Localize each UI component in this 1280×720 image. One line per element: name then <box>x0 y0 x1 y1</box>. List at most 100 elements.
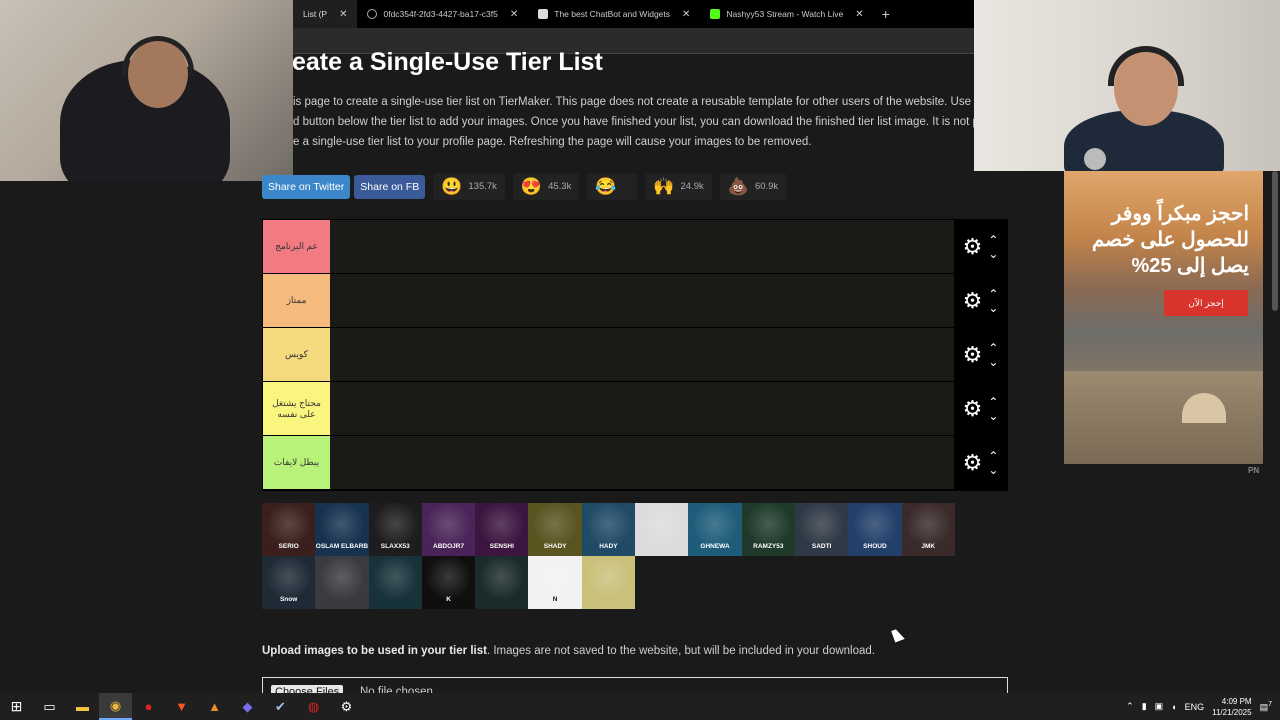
notification-icon[interactable]: ▤7 <box>1260 701 1272 713</box>
chatbot-icon <box>538 9 549 19</box>
reaction-poop[interactable]: 💩 60.9k <box>719 173 787 200</box>
reaction-heart-eyes[interactable]: 😍 45.3k <box>512 173 580 200</box>
pool-image[interactable] <box>635 503 689 556</box>
pool-image[interactable]: SLAXX53 <box>368 503 422 556</box>
app-a-icon[interactable]: ▲ <box>198 693 231 720</box>
settings-icon[interactable]: ⚙ <box>330 693 363 720</box>
tier-drop-zone[interactable] <box>330 382 954 435</box>
pool-image[interactable]: N <box>528 556 582 609</box>
tier-label[interactable]: ممتاز <box>263 274 330 327</box>
pool-image[interactable] <box>475 556 529 609</box>
chevron-up-icon[interactable]: ⌃ <box>988 234 998 246</box>
chevron-down-icon[interactable]: ⌄ <box>988 464 998 476</box>
upload-instructions: Upload images to be used in your tier li… <box>262 645 875 657</box>
browser-tab-strip: List (P ✕ 0fdc354f-2fd3-4427-ba17-c3f5 ✕… <box>293 0 974 28</box>
pool-image[interactable]: HADY <box>581 503 636 556</box>
tab-chatbot[interactable]: The best ChatBot and Widgets ✕ <box>528 0 700 28</box>
tier-move-arrows: ⌃ ⌄ <box>988 396 998 422</box>
windows-start-icon[interactable]: ⊞ <box>0 693 33 720</box>
tab-uuid[interactable]: 0fdc354f-2fd3-4427-ba17-c3f5 ✕ <box>357 0 528 28</box>
microphone <box>1084 148 1106 170</box>
webcam-left <box>0 0 293 181</box>
chevron-down-icon[interactable]: ⌄ <box>988 356 998 368</box>
tab-label: 0fdc354f-2fd3-4427-ba17-c3f5 <box>383 9 498 19</box>
clock-time: 4:09 PM <box>1221 696 1252 706</box>
tier-label[interactable]: محتاج يشتغل على نفسه <box>263 382 330 435</box>
pool-image[interactable]: GHNEWA <box>688 503 742 556</box>
tier-label[interactable]: يبطل لايفات <box>263 436 330 489</box>
pool-image[interactable] <box>368 556 422 609</box>
reaction-laugh[interactable]: 😂 <box>587 173 638 200</box>
chevron-down-icon[interactable]: ⌄ <box>988 302 998 314</box>
clock-date: 11/21/2025 <box>1212 707 1252 717</box>
record-icon[interactable]: ◍ <box>297 693 330 720</box>
chevron-up-icon[interactable]: ⌃ <box>1126 701 1134 712</box>
tier-drop-zone[interactable] <box>330 220 954 273</box>
gear-icon[interactable]: ⚙ <box>963 451 983 474</box>
pool-image[interactable]: SHADY <box>528 503 582 556</box>
raised-hands-emoji-icon: 🙌 <box>653 177 675 196</box>
chevron-up-icon[interactable]: ⌃ <box>988 396 998 408</box>
file-explorer-icon[interactable]: ▬ <box>66 693 99 720</box>
pool-image[interactable]: SENSHI <box>475 503 529 556</box>
input-language[interactable]: ENG <box>1185 702 1205 712</box>
task-view-icon[interactable]: ▭ <box>33 693 66 720</box>
obs-icon[interactable]: ● <box>132 693 165 720</box>
pool-image[interactable]: SERIO <box>262 503 316 556</box>
upload-note: . Images are not saved to the website, b… <box>486 645 875 657</box>
reaction-raised-hands[interactable]: 🙌 24.9k <box>645 173 712 200</box>
pool-image[interactable]: SHOUD <box>848 503 902 556</box>
close-icon[interactable]: ✕ <box>682 9 690 20</box>
advertisement[interactable]: احجز مبكراً ووفر للحصول على خصم يصل إلى … <box>1064 171 1263 464</box>
network-icon[interactable]: ▣ <box>1155 701 1164 712</box>
chevron-up-icon[interactable]: ⌃ <box>988 450 998 462</box>
tier-label[interactable]: عم البرنامج <box>263 220 330 273</box>
close-icon[interactable]: ✕ <box>339 9 347 20</box>
microphone-icon[interactable]: ▮ <box>1142 701 1147 712</box>
tier-move-arrows: ⌃ ⌄ <box>988 288 998 314</box>
tier-move-arrows: ⌃ ⌄ <box>988 342 998 368</box>
pool-image[interactable]: JMK <box>901 503 955 556</box>
reaction-smile[interactable]: 😃 135.7k <box>433 173 505 200</box>
tab-kick-stream[interactable]: Nashyy53 Stream - Watch Live ✕ <box>700 0 873 28</box>
tier-label[interactable]: كويس <box>263 328 330 381</box>
chevron-up-icon[interactable]: ⌃ <box>988 288 998 300</box>
chevron-down-icon[interactable]: ⌄ <box>988 248 998 260</box>
new-tab-button[interactable]: + <box>874 0 898 28</box>
clock[interactable]: 4:09 PM 11/21/2025 <box>1212 696 1251 718</box>
share-facebook-button[interactable]: Share on FB <box>354 174 426 199</box>
pool-image[interactable]: Snow <box>262 556 316 609</box>
gear-icon[interactable]: ⚙ <box>963 289 983 312</box>
scrollbar-thumb[interactable] <box>1272 171 1278 311</box>
pool-image[interactable]: OSLAM ELBARB <box>315 503 369 556</box>
gear-icon[interactable]: ⚙ <box>963 397 983 420</box>
ad-book-now-button[interactable]: إحجز الآن <box>1164 290 1248 316</box>
close-icon[interactable]: ✕ <box>510 9 518 20</box>
tab-tier-list[interactable]: List (P ✕ <box>293 0 358 28</box>
pool-image[interactable]: RAMZY53 <box>741 503 795 556</box>
chevron-down-icon[interactable]: ⌄ <box>988 410 998 422</box>
brave-icon[interactable]: ▼ <box>165 693 198 720</box>
volume-icon[interactable]: ◖ <box>1171 702 1176 712</box>
headset <box>1108 46 1184 86</box>
chrome-icon[interactable]: ◉ <box>99 693 132 720</box>
pool-image[interactable]: ABDOJR7 <box>421 503 476 556</box>
pool-image[interactable] <box>581 556 636 609</box>
share-twitter-button[interactable]: Share on Twitter <box>262 174 351 199</box>
chevron-up-icon[interactable]: ⌃ <box>988 342 998 354</box>
tier-drop-zone[interactable] <box>330 328 954 381</box>
discord-icon[interactable]: ◆ <box>231 693 264 720</box>
page-scrollbar[interactable] <box>1270 171 1280 691</box>
tier-drop-zone[interactable] <box>330 274 954 327</box>
pool-image[interactable]: SADTI <box>794 503 849 556</box>
page-description: is page to create a single-use tier list… <box>293 92 974 154</box>
steam-icon[interactable]: ✔ <box>264 693 297 720</box>
close-icon[interactable]: ✕ <box>855 9 863 20</box>
gear-icon[interactable]: ⚙ <box>963 235 983 258</box>
pool-image[interactable]: K <box>421 556 476 609</box>
system-tray: ⌃ ▮ ▣ ◖ ENG 4:09 PM 11/21/2025 ▤7 <box>1126 693 1272 720</box>
tier-drop-zone[interactable] <box>330 436 954 489</box>
windows-taskbar: ⊞ ▭ ▬ ◉ ● ▼ ▲ ◆ ✔ ◍ ⚙ ⌃ ▮ ▣ ◖ ENG 4:09 P… <box>0 693 1280 720</box>
gear-icon[interactable]: ⚙ <box>963 343 983 366</box>
pool-image[interactable] <box>315 556 369 609</box>
